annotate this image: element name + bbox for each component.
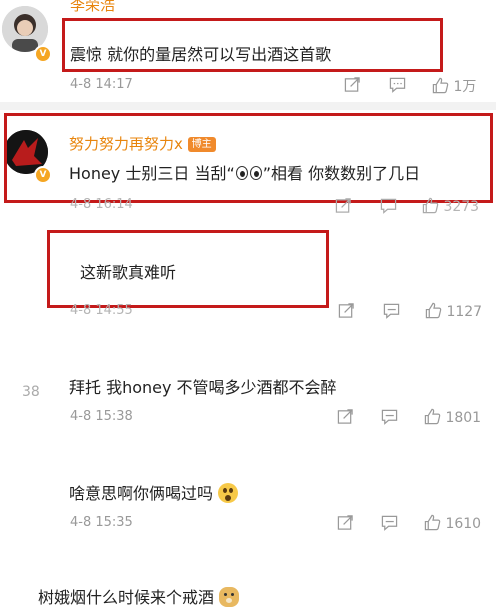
comment-button[interactable] xyxy=(381,408,398,429)
verified-badge-icon: V xyxy=(34,45,52,63)
highlight-box xyxy=(4,113,493,203)
section-divider xyxy=(0,102,496,110)
comment-button[interactable] xyxy=(383,302,400,323)
cropped-text-fragment: 38 xyxy=(22,384,40,400)
comment-timestamp: 4-8 14:17 xyxy=(70,77,133,92)
forward-icon xyxy=(335,198,351,213)
like-button[interactable]: 1万 xyxy=(432,76,476,96)
like-button[interactable]: 1610 xyxy=(424,514,481,532)
comment-text: 拜托 我honey 不管喝多少酒都不会醉 xyxy=(69,378,337,397)
highlight-box xyxy=(62,18,443,72)
comment-button[interactable] xyxy=(380,197,397,218)
like-count: 1万 xyxy=(453,79,477,95)
comment-icon xyxy=(383,303,400,319)
comment-icon xyxy=(389,77,406,93)
comment-icon xyxy=(381,409,398,425)
like-icon xyxy=(422,197,439,214)
like-button[interactable]: 1801 xyxy=(424,408,481,426)
comment-timestamp: 4-8 15:35 xyxy=(70,515,133,530)
comment-button[interactable] xyxy=(389,76,406,97)
surprised-emoji xyxy=(218,483,239,503)
like-count: 1610 xyxy=(445,516,482,532)
comment-username[interactable]: 李荣浩 xyxy=(70,0,115,15)
like-icon xyxy=(432,77,449,94)
doge-emoji xyxy=(219,587,240,607)
like-count: 3273 xyxy=(443,199,480,215)
forward-button[interactable] xyxy=(344,76,361,97)
like-button[interactable]: 3273 xyxy=(422,197,479,215)
forward-button[interactable] xyxy=(337,514,354,535)
forward-button[interactable] xyxy=(337,408,354,429)
comment-timestamp: 4-8 14:55 xyxy=(70,303,133,318)
like-count: 1127 xyxy=(446,304,483,320)
comment-icon xyxy=(381,515,398,531)
like-count: 1801 xyxy=(445,410,482,426)
comment-icon xyxy=(380,198,397,214)
comment-timestamp: 4-8 16:14 xyxy=(70,197,133,212)
forward-icon xyxy=(337,515,353,530)
like-icon xyxy=(424,408,441,425)
highlight-box xyxy=(47,230,329,308)
like-button[interactable]: 1127 xyxy=(425,302,482,320)
forward-icon xyxy=(337,409,353,424)
forward-icon xyxy=(338,303,354,318)
forward-button[interactable] xyxy=(335,197,352,218)
comment-timestamp: 4-8 15:38 xyxy=(70,409,133,424)
comment-text: 树娥烟什么时候来个戒酒 xyxy=(38,584,240,608)
forward-icon xyxy=(344,77,360,92)
comment-text: 啥意思啊你俩喝过吗 xyxy=(69,480,239,504)
forward-button[interactable] xyxy=(338,302,355,323)
comment-button[interactable] xyxy=(381,514,398,535)
like-icon xyxy=(425,302,442,319)
like-icon xyxy=(424,514,441,531)
